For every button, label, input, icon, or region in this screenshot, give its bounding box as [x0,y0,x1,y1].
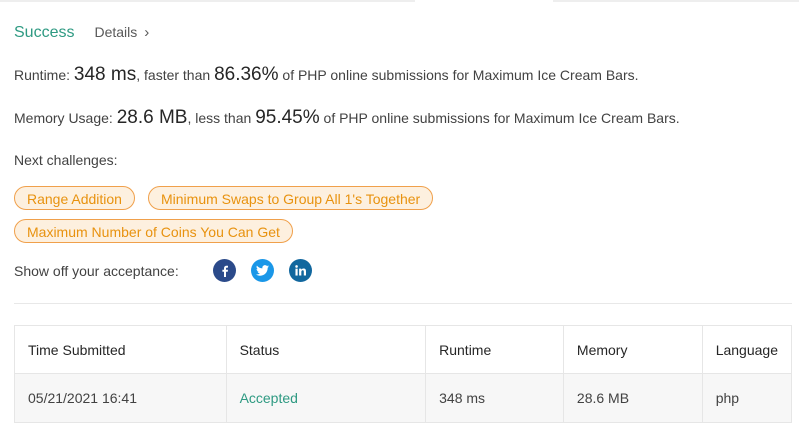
challenge-chip-range-addition[interactable]: Range Addition [14,186,135,210]
memory-label: Memory Usage: [14,110,113,126]
runtime-label: Runtime: [14,67,71,83]
twitter-icon[interactable] [251,259,274,282]
memory-stat: Memory Usage: 28.6 MB, less than 95.45% … [14,107,680,129]
table-row[interactable]: 05/21/2021 16:41 Accepted 348 ms 28.6 MB… [14,373,793,423]
status-success: Success [14,24,75,41]
section-divider [14,303,792,304]
runtime-suffix: of PHP online submissions for Maximum Ic… [282,67,639,83]
runtime-value: 348 ms [73,64,137,85]
column-header-runtime[interactable]: Runtime [425,325,564,374]
linkedin-icon[interactable] [289,259,312,282]
next-challenges-label: Next challenges: [14,152,118,168]
challenge-chip-maximum-coins[interactable]: Maximum Number of Coins You Can Get [14,219,293,243]
cell-memory: 28.6 MB [562,373,703,423]
facebook-icon[interactable] [213,259,236,282]
column-header-language[interactable]: Language [701,325,793,374]
cell-time-submitted: 05/21/2021 16:41 [14,373,227,423]
table-header-row: Time Submitted Status Runtime Memory Lan… [14,325,793,374]
details-label[interactable]: Details [94,24,137,40]
column-header-time-submitted[interactable]: Time Submitted [14,325,227,374]
chevron-right-icon[interactable]: › [144,24,149,41]
memory-percent: 95.45% [255,107,320,128]
column-header-status[interactable]: Status [225,325,427,374]
column-header-memory[interactable]: Memory [562,325,703,374]
runtime-percent: 86.36% [214,64,279,85]
share-label: Show off your acceptance: [14,263,179,279]
challenge-chip-minimum-swaps[interactable]: Minimum Swaps to Group All 1's Together [148,186,434,210]
active-tab-indicator [415,0,553,2]
details-link[interactable]: Details › [94,24,149,41]
runtime-comparison: , faster than [136,67,211,83]
top-tab-bar [0,0,799,2]
memory-comparison: , less than [187,110,252,126]
submissions-table: Time Submitted Status Runtime Memory Lan… [14,325,793,423]
memory-suffix: of PHP online submissions for Maximum Ic… [323,110,680,126]
cell-runtime: 348 ms [425,373,564,423]
cell-status-link[interactable]: Accepted [225,373,427,423]
runtime-stat: Runtime: 348 ms, faster than 86.36% of P… [14,64,639,86]
submission-header: Success Details › [14,24,149,42]
memory-value: 28.6 MB [116,107,188,128]
cell-language: php [701,373,793,423]
